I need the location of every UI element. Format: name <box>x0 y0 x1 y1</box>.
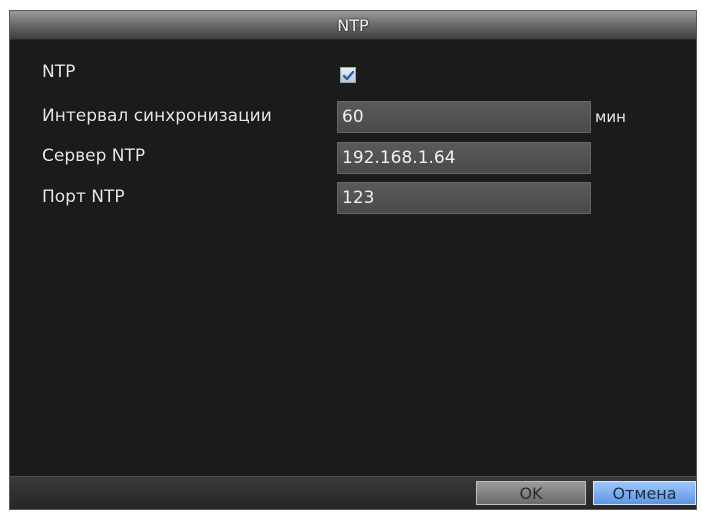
sync-interval-label: Интервал синхронизации <box>42 106 272 126</box>
cancel-button[interactable]: Отмена <box>593 481 696 505</box>
title-bar: NTP <box>10 11 696 40</box>
ntp-enable-label: NTP <box>42 62 76 82</box>
button-bar: OK Отмена <box>10 476 696 509</box>
ntp-port-input[interactable]: 123 <box>337 182 591 214</box>
ntp-server-label: Сервер NTP <box>42 146 146 166</box>
dialog-title: NTP <box>337 16 369 35</box>
checkmark-icon <box>342 70 355 81</box>
ntp-port-label: Порт NTP <box>42 187 125 207</box>
sync-interval-input[interactable]: 60 <box>337 101 591 133</box>
ntp-enable-checkbox[interactable] <box>340 67 356 83</box>
ntp-dialog: NTP NTP Интервал синхронизации 60 мин Се… <box>9 10 697 510</box>
sync-interval-unit: мин <box>595 108 626 126</box>
ok-button[interactable]: OK <box>476 481 586 505</box>
ntp-server-input[interactable]: 192.168.1.64 <box>337 142 591 174</box>
